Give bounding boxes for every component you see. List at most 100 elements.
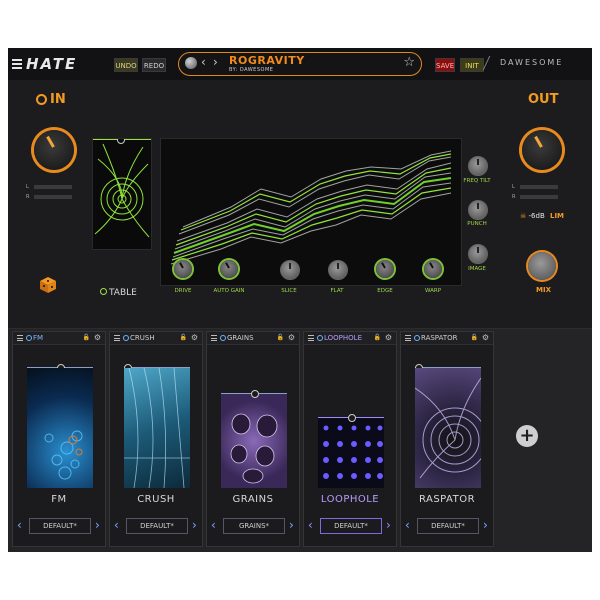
preset-sphere-icon[interactable] (185, 57, 197, 69)
loophole-artwork-graphic (323, 425, 383, 479)
3d-waveform-display[interactable] (160, 138, 462, 286)
save-button[interactable]: SAVE (435, 58, 455, 72)
brand-name: DAWESOME (500, 58, 564, 67)
lock-icon[interactable]: 🔓 (83, 334, 90, 341)
module-power-icon[interactable] (317, 335, 323, 341)
prev-preset-icon[interactable]: ‹ (201, 55, 206, 69)
limiter-control[interactable]: ☠ -6dB LIM (520, 212, 564, 220)
input-meter-left: L (26, 184, 72, 190)
fm-artwork-graphic (44, 430, 83, 480)
module-mix-slider[interactable] (318, 414, 384, 422)
edge-knob[interactable] (376, 260, 394, 278)
module-name: GRAINS (227, 334, 254, 342)
drag-handle-icon[interactable] (405, 335, 411, 341)
module-header: FM 🔓 ⚙ (13, 332, 105, 345)
warp-knob[interactable] (424, 260, 442, 278)
module-crush[interactable]: CRUSH 🔓 ⚙ CRUSH ‹ DEFAULT* › (109, 331, 203, 547)
table-label-group[interactable]: TABLE (100, 288, 137, 298)
main-panel: IN L R TABLE FREQ TILT PUNCH IMAGE OUT L… (8, 80, 592, 328)
next-preset-icon[interactable]: › (95, 518, 100, 532)
output-meter-l-label: L (512, 184, 515, 190)
flat-knob[interactable] (328, 260, 348, 280)
auto-gain-knob[interactable] (220, 260, 238, 278)
add-module-button[interactable]: + (516, 425, 538, 447)
module-rack: FM 🔓 ⚙ FM ‹ DEFAULT* › CRUSH 🔓 ⚙ CRUSH ‹… (8, 328, 592, 552)
preset-browser[interactable]: ‹ › ROGRAVITY BY: DAWESOME ☆ (178, 52, 422, 76)
prev-preset-icon[interactable]: ‹ (308, 518, 313, 532)
favorite-star-icon[interactable]: ☆ (403, 55, 415, 70)
module-power-icon[interactable] (220, 335, 226, 341)
gear-icon[interactable]: ⚙ (385, 333, 392, 342)
module-name: FM (33, 334, 44, 342)
freq-tilt-label: FREQ TILT (463, 178, 491, 184)
skull-icon: ☠ (520, 212, 527, 220)
drag-handle-icon[interactable] (211, 335, 217, 341)
output-label: OUT (528, 92, 559, 107)
next-preset-icon[interactable]: › (483, 518, 488, 532)
gear-icon[interactable]: ⚙ (94, 333, 101, 342)
lock-icon[interactable]: 🔓 (180, 334, 187, 341)
wavetable-display[interactable] (92, 138, 152, 250)
raspator-artwork-graphic (415, 377, 481, 479)
next-preset-icon[interactable]: › (289, 518, 294, 532)
module-preset-selector[interactable]: DEFAULT* (417, 518, 479, 534)
module-preset-selector[interactable]: DEFAULT* (126, 518, 188, 534)
table-power-icon[interactable] (100, 288, 107, 295)
drive-knob[interactable] (174, 260, 192, 278)
limiter-label: LIM (549, 212, 565, 220)
menu-icon[interactable] (12, 59, 22, 69)
prev-preset-icon[interactable]: ‹ (211, 518, 216, 532)
prev-preset-icon[interactable]: ‹ (17, 518, 22, 532)
module-title: CRUSH (137, 494, 175, 505)
preset-author: BY: DAWESOME (229, 67, 274, 73)
drag-handle-icon[interactable] (308, 335, 314, 341)
module-preset-selector[interactable]: GRAINS* (223, 518, 285, 534)
module-mix-slider[interactable] (221, 390, 287, 398)
drag-handle-icon[interactable] (17, 335, 23, 341)
mix-knob[interactable] (528, 252, 556, 280)
randomize-dice-icon[interactable] (38, 275, 60, 295)
module-fm[interactable]: FM 🔓 ⚙ FM ‹ DEFAULT* › (12, 331, 106, 547)
output-gain-knob[interactable] (522, 130, 562, 170)
module-preset-selector[interactable]: DEFAULT* (320, 518, 382, 534)
drag-handle-icon[interactable] (114, 335, 120, 341)
prev-preset-icon[interactable]: ‹ (405, 518, 410, 532)
lock-icon[interactable]: 🔓 (471, 334, 478, 341)
next-preset-icon[interactable]: › (192, 518, 197, 532)
module-preset-selector[interactable]: DEFAULT* (29, 518, 91, 534)
redo-button[interactable]: REDO (142, 58, 166, 72)
freq-tilt-knob[interactable] (468, 156, 488, 176)
lock-icon[interactable]: 🔓 (374, 334, 381, 341)
table-label: TABLE (109, 288, 137, 298)
module-title: LOOPHOLE (320, 494, 380, 505)
module-header: CRUSH 🔓 ⚙ (110, 332, 202, 345)
module-title: RASPATOR (418, 494, 476, 505)
gear-icon[interactable]: ⚙ (482, 333, 489, 342)
module-power-icon[interactable] (414, 335, 420, 341)
next-preset-icon[interactable]: › (386, 518, 391, 532)
module-title: FM (51, 494, 67, 505)
module-grains[interactable]: GRAINS 🔓 ⚙ GRAINS ‹ GRAINS* › (206, 331, 300, 547)
punch-knob[interactable] (468, 200, 488, 220)
gear-icon[interactable]: ⚙ (191, 333, 198, 342)
init-button[interactable]: INIT (460, 58, 484, 72)
app-logo[interactable]: HATE (12, 55, 77, 73)
punch-label: PUNCH (467, 221, 487, 227)
module-artwork (124, 368, 190, 488)
module-power-icon[interactable] (26, 335, 32, 341)
module-name: RASPATOR (421, 334, 458, 342)
slice-knob[interactable] (280, 260, 300, 280)
lock-icon[interactable]: 🔓 (277, 334, 284, 341)
input-meter-right: R (26, 194, 72, 200)
input-power-icon[interactable] (36, 94, 47, 105)
next-preset-icon[interactable]: › (213, 55, 218, 69)
module-raspator[interactable]: RASPATOR 🔓 ⚙ RASPATOR ‹ DEFAULT* › (400, 331, 494, 547)
module-power-icon[interactable] (123, 335, 129, 341)
prev-preset-icon[interactable]: ‹ (114, 518, 119, 532)
top-bar: HATE UNDO REDO ‹ › ROGRAVITY BY: DAWESOM… (8, 48, 592, 81)
image-knob[interactable] (468, 244, 488, 264)
gear-icon[interactable]: ⚙ (288, 333, 295, 342)
input-gain-knob[interactable] (34, 130, 74, 170)
undo-button[interactable]: UNDO (114, 58, 138, 72)
module-loophole[interactable]: LOOPHOLE 🔓 ⚙ LOOPHOLE ‹ DEFAULT* › (303, 331, 397, 547)
